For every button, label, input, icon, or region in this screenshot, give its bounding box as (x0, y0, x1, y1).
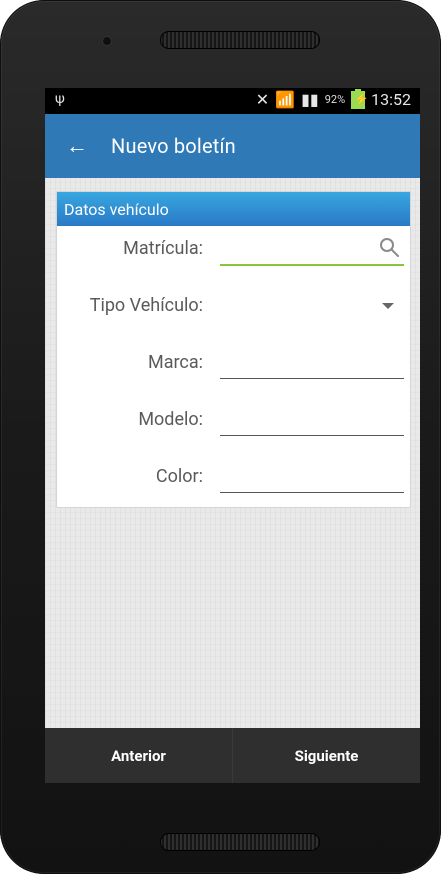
search-icon[interactable] (378, 236, 400, 258)
screenshot-stage: ψ ✕ 📶 ▮▮ 92% ⚡ 13:52 ← Nuevo boletín Dat… (0, 0, 441, 874)
field-label-tipo-vehiculo: Tipo Vehículo: (89, 295, 203, 316)
status-time: 13:52 (371, 90, 411, 109)
field-row-tipo-vehiculo: Tipo Vehículo: (57, 287, 410, 327)
field-row-color: Color: (57, 458, 410, 498)
vehicle-data-card: Datos vehículo Matrícula: Tipo Vehículo:… (57, 192, 410, 507)
siguiente-button[interactable]: Siguiente (233, 728, 420, 783)
field-label-modelo: Modelo: (138, 409, 203, 430)
status-right: ✕ 📶 ▮▮ 92% ⚡ 13:52 (255, 88, 411, 109)
field-label-matricula: Matrícula: (123, 238, 203, 259)
front-camera (103, 37, 111, 45)
bottom-speaker-grille (160, 833, 320, 851)
vibrate-off-icon: ✕ (255, 90, 270, 109)
battery-icon: ⚡ (351, 88, 369, 109)
arrow-left-icon[interactable]: ← (65, 134, 89, 159)
section-header: Datos vehículo (57, 192, 410, 226)
anterior-button[interactable]: Anterior (45, 728, 233, 783)
color-input-underline[interactable] (220, 492, 404, 493)
signal-icon: ▮▮ (301, 90, 319, 109)
bottom-nav: Anterior Siguiente (45, 728, 420, 783)
field-label-marca: Marca: (147, 352, 203, 373)
field-row-modelo: Modelo: (57, 401, 410, 441)
chevron-down-icon[interactable] (382, 303, 394, 309)
field-row-matricula: Matrícula: (57, 230, 410, 270)
phone-screen: ψ ✕ 📶 ▮▮ 92% ⚡ 13:52 ← Nuevo boletín Dat… (45, 88, 420, 783)
top-speaker-grille (160, 31, 320, 49)
field-label-color: Color: (155, 466, 203, 487)
wifi-icon: 📶 (275, 90, 296, 109)
usb-icon: ψ (55, 91, 65, 107)
field-row-marca: Marca: (57, 344, 410, 384)
status-bar: ψ ✕ 📶 ▮▮ 92% ⚡ 13:52 (45, 88, 420, 114)
matricula-input-underline[interactable] (220, 264, 404, 266)
battery-percent: 92% (324, 93, 346, 106)
phone-device: ψ ✕ 📶 ▮▮ 92% ⚡ 13:52 ← Nuevo boletín Dat… (0, 0, 441, 874)
section-title: Datos vehículo (64, 199, 169, 219)
app-bar: ← Nuevo boletín (45, 114, 420, 178)
modelo-input-underline[interactable] (220, 435, 404, 436)
marca-input-underline[interactable] (220, 378, 404, 379)
page-title: Nuevo boletín (111, 134, 236, 158)
